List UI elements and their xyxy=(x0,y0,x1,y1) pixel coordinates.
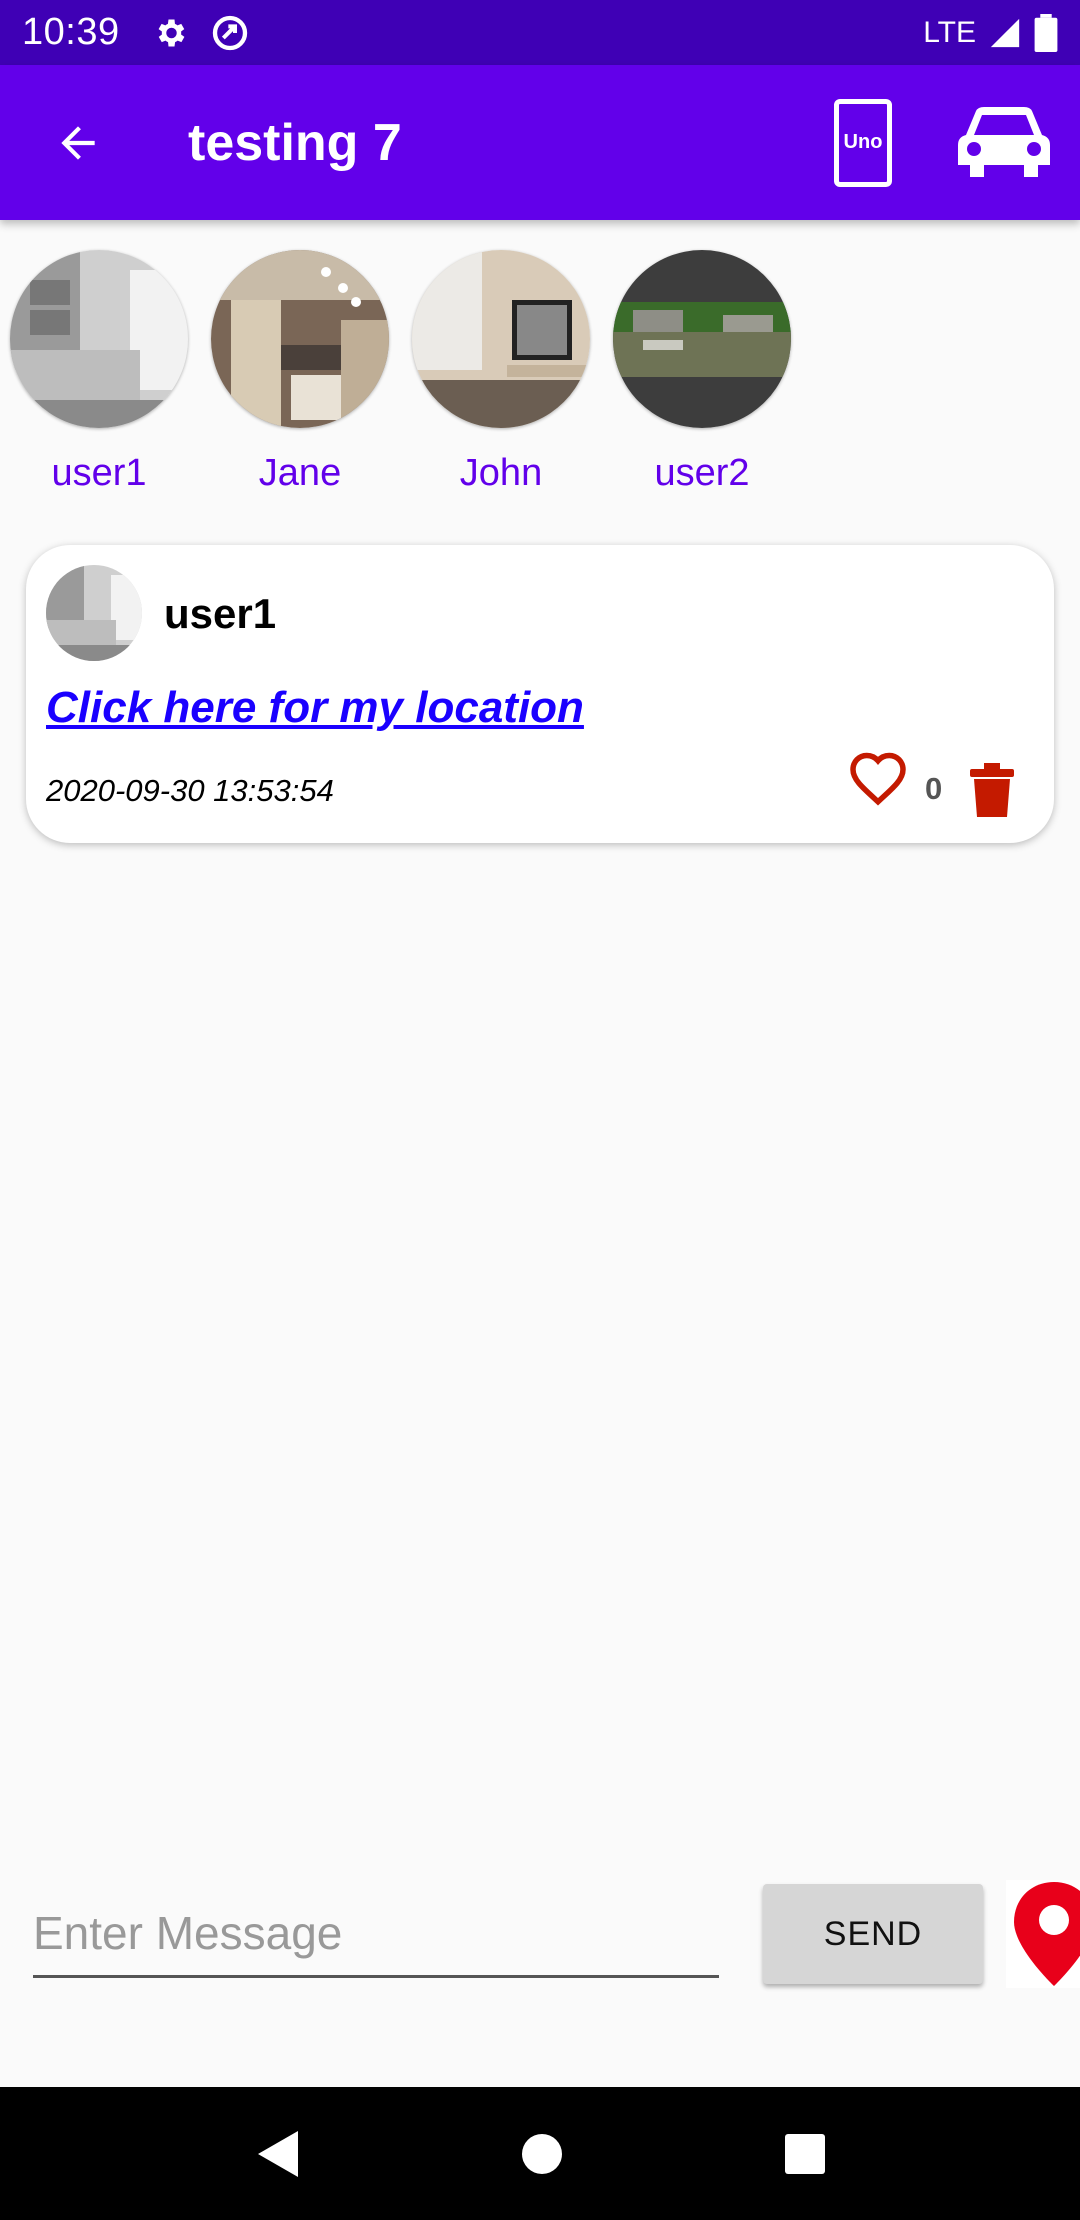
message-avatar xyxy=(46,565,142,661)
app-bar: testing 7 Uno xyxy=(0,65,1080,220)
location-button[interactable] xyxy=(1006,1880,1080,1988)
user-item[interactable]: Jane xyxy=(211,250,389,495)
avatar xyxy=(412,250,590,428)
message-input[interactable] xyxy=(33,1890,719,1978)
user-item[interactable]: John xyxy=(412,250,590,495)
car-icon[interactable] xyxy=(958,105,1050,181)
message-username: user1 xyxy=(164,590,277,637)
navigation-bar xyxy=(0,2087,1080,2220)
users-row: user1 Jane John user2 xyxy=(10,250,791,495)
avatar xyxy=(613,250,791,428)
message-card: user1 Click here for my location 2020-09… xyxy=(26,545,1054,843)
uno-button[interactable]: Uno xyxy=(834,98,892,187)
send-button[interactable]: SEND xyxy=(763,1884,983,1984)
like-count: 0 xyxy=(925,771,943,806)
avatar xyxy=(211,250,389,428)
user-name: user1 xyxy=(51,452,147,494)
status-bar: 10:39 LTE xyxy=(0,0,1080,65)
page-title: testing 7 xyxy=(188,113,402,172)
user-name: Jane xyxy=(258,452,342,494)
location-pin-icon xyxy=(1014,1882,1080,1986)
status-time: 10:39 xyxy=(22,11,120,53)
user-item[interactable]: user1 xyxy=(10,250,188,495)
heart-icon[interactable] xyxy=(848,750,908,806)
avatar xyxy=(10,250,188,428)
settings-icon xyxy=(158,19,184,46)
battery-icon xyxy=(1034,13,1058,52)
location-link[interactable]: Click here for my location xyxy=(46,683,584,733)
uno-card-icon: Uno xyxy=(843,131,883,153)
network-type: LTE xyxy=(923,15,976,49)
signal-icon xyxy=(990,18,1020,47)
trash-icon[interactable] xyxy=(970,763,1014,817)
message-timestamp: 2020-09-30 13:53:54 xyxy=(46,773,334,808)
nav-back-icon[interactable] xyxy=(254,2129,300,2179)
user-name: user2 xyxy=(654,452,750,494)
back-button[interactable] xyxy=(48,113,108,173)
nav-home-icon[interactable] xyxy=(520,2132,564,2176)
user-item[interactable]: user2 xyxy=(613,250,791,495)
nav-recents-icon[interactable] xyxy=(784,2133,826,2175)
user-name: John xyxy=(459,452,543,494)
sync-icon xyxy=(212,15,247,50)
back-arrow-icon xyxy=(61,125,95,160)
